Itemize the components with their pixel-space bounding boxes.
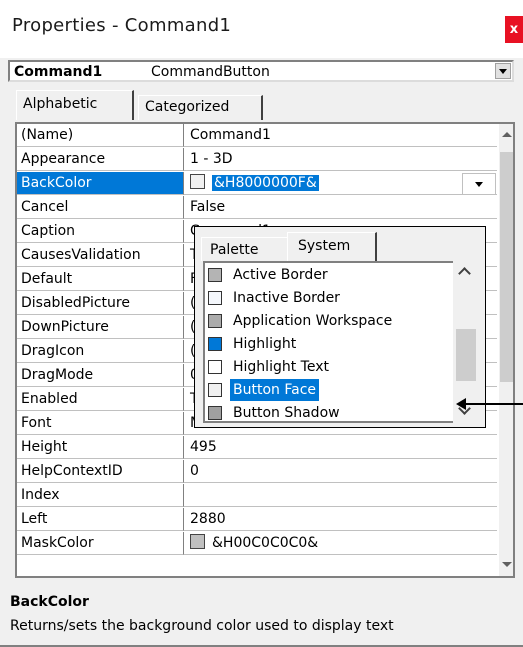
scrollbar-thumb[interactable]	[500, 152, 513, 382]
object-selector-arrow-button[interactable]	[495, 63, 511, 79]
color-item-label: Button Face	[230, 379, 320, 401]
property-name[interactable]: DragMode	[17, 364, 184, 387]
property-value-text: &H00C0C0C0&	[212, 535, 319, 551]
property-name[interactable]: Appearance	[17, 148, 184, 171]
chevron-up-icon[interactable]	[458, 267, 471, 280]
property-value-text: 1 - 3D	[190, 151, 233, 167]
title-bar[interactable]: Properties - Command1 x	[0, 0, 523, 58]
tab-alphabetic[interactable]: Alphabetic	[16, 90, 134, 120]
color-list-item[interactable]: Highlight Text	[205, 356, 455, 379]
color-item-label: Highlight Text	[233, 359, 329, 375]
property-name[interactable]: HelpContextID	[17, 460, 184, 483]
property-name[interactable]: Default	[17, 268, 184, 291]
color-picker-popup: Palette System Active Border Inactive Bor…	[194, 226, 486, 428]
color-item-label: Active Border	[233, 267, 328, 283]
color-item-label: Button Shadow	[233, 405, 340, 421]
property-value-text: 0	[190, 463, 199, 479]
property-value[interactable]: 0	[184, 460, 497, 483]
value-dropdown-button[interactable]	[462, 173, 496, 194]
property-row[interactable]: Height 495	[17, 436, 497, 460]
property-row[interactable]: Appearance 1 - 3D	[17, 148, 497, 172]
property-grid-scrollbar[interactable]	[499, 124, 513, 576]
description-title: BackColor	[10, 594, 89, 610]
close-button[interactable]: x	[505, 16, 523, 43]
color-swatch	[208, 337, 222, 351]
property-row[interactable]: MaskColor &H00C0C0C0&	[17, 532, 497, 556]
color-item-label: Highlight	[233, 336, 297, 352]
property-value[interactable]: 1 - 3D	[184, 148, 497, 171]
color-list-item[interactable]: Button Shadow	[205, 402, 455, 421]
property-value[interactable]: &H00C0C0C0&	[184, 532, 497, 555]
color-list-item[interactable]: Highlight	[205, 333, 455, 356]
object-selector-dropdown[interactable]: Command1 CommandButton	[8, 60, 514, 82]
color-list-item[interactable]: Inactive Border	[205, 287, 455, 310]
property-value-text: Command1	[190, 127, 271, 143]
property-name[interactable]: Left	[17, 508, 184, 531]
property-name[interactable]: Index	[17, 484, 184, 507]
property-value-text: &H8000000F&	[212, 175, 319, 191]
chevron-down-icon	[475, 182, 483, 187]
property-name[interactable]: CausesValidation	[17, 244, 184, 267]
property-name[interactable]: Enabled	[17, 388, 184, 411]
object-name: Command1	[14, 64, 103, 80]
color-item-label: Inactive Border	[233, 290, 340, 306]
property-row[interactable]: Left 2880	[17, 508, 497, 532]
chevron-down-icon	[499, 69, 507, 74]
property-name[interactable]: Height	[17, 436, 184, 459]
property-value[interactable]: Command1	[184, 124, 497, 147]
color-swatch	[208, 314, 222, 328]
color-list-item[interactable]: Button Face	[205, 379, 455, 402]
property-name[interactable]: (Name)	[17, 124, 184, 147]
property-name[interactable]: Font	[17, 412, 184, 435]
property-value[interactable]: False	[184, 196, 497, 219]
property-row[interactable]: BackColor &H8000000F&	[17, 172, 497, 196]
tab-system[interactable]: System	[287, 232, 377, 261]
tab-palette[interactable]: Palette	[201, 237, 287, 261]
scroll-up-arrow-icon[interactable]	[502, 132, 512, 137]
property-name[interactable]: DisabledPicture	[17, 292, 184, 315]
property-value[interactable]	[184, 484, 497, 507]
property-value-text: False	[190, 199, 226, 215]
property-row[interactable]: (Name) Command1	[17, 124, 497, 148]
description-text: Returns/sets the background color used t…	[10, 618, 394, 634]
property-name[interactable]: BackColor	[17, 172, 184, 195]
scroll-down-arrow-icon[interactable]	[502, 562, 512, 567]
property-value[interactable]: &H8000000F&	[184, 172, 497, 195]
color-swatch	[208, 406, 222, 420]
color-list-item[interactable]: Application Workspace	[205, 310, 455, 333]
window-title: Properties - Command1	[12, 15, 232, 36]
property-value[interactable]: 2880	[184, 508, 497, 531]
color-swatch	[208, 360, 222, 374]
color-swatch	[190, 534, 205, 549]
arrow-pointer-icon	[456, 397, 523, 411]
property-row[interactable]: Index	[17, 484, 497, 508]
property-value-text: 495	[190, 439, 217, 455]
color-swatch	[208, 291, 222, 305]
object-type: CommandButton	[151, 64, 270, 80]
color-list-scrollbar-thumb[interactable]	[456, 329, 476, 381]
tab-categorized[interactable]: Categorized	[138, 95, 263, 120]
property-name[interactable]: Caption	[17, 220, 184, 243]
property-name[interactable]: MaskColor	[17, 532, 184, 555]
property-name[interactable]: DragIcon	[17, 340, 184, 363]
color-swatch	[208, 268, 222, 282]
color-item-label: Application Workspace	[233, 313, 393, 329]
property-name[interactable]: DownPicture	[17, 316, 184, 339]
color-swatch	[190, 174, 205, 189]
property-value-text: 2880	[190, 511, 226, 527]
system-color-list: Active Border Inactive Border Application …	[203, 261, 455, 423]
property-value[interactable]: 495	[184, 436, 497, 459]
property-row[interactable]: HelpContextID 0	[17, 460, 497, 484]
property-name[interactable]: Cancel	[17, 196, 184, 219]
properties-window: Properties - Command1 x Command1 Command…	[0, 0, 523, 647]
description-pane: BackColor Returns/sets the background co…	[0, 589, 523, 645]
color-list-item[interactable]: Active Border	[205, 264, 455, 287]
property-row[interactable]: Cancel False	[17, 196, 497, 220]
color-swatch	[208, 383, 222, 397]
